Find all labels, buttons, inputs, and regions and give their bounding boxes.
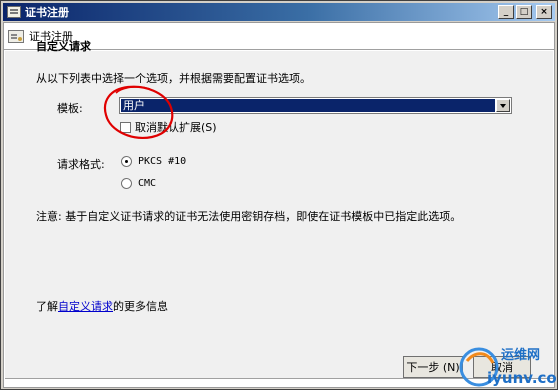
- footer-divider: [5, 378, 555, 379]
- certificate-icon: [7, 6, 21, 18]
- template-selected-value: 用户: [121, 99, 495, 112]
- caption-buttons: _ □ ×: [498, 5, 552, 19]
- title-bar[interactable]: 证书注册 _ □ ×: [3, 3, 555, 21]
- request-format-option-cmc[interactable]: CMC: [121, 178, 156, 189]
- next-button[interactable]: 下一步 (N): [403, 356, 463, 378]
- note-text: 注意: 基于自定义证书请求的证书无法使用密钥存档，即使在证书模板中已指定此选项。: [36, 210, 462, 223]
- window-title: 证书注册: [25, 6, 69, 19]
- template-label: 模板:: [57, 102, 83, 115]
- certificate-enrollment-window: 证书注册 _ □ × 证书注册 自定义请求 从以下列表中选择一个选项，并根据需要…: [0, 0, 558, 390]
- request-format-option-label: CMC: [138, 178, 157, 189]
- request-format-label: 请求格式:: [57, 158, 105, 171]
- request-format-option-pkcs10[interactable]: PKCS #10: [121, 156, 186, 167]
- request-format-option-label: PKCS #10: [138, 156, 187, 167]
- custom-request-link[interactable]: 自定义请求: [58, 300, 113, 313]
- radio-button[interactable]: [121, 156, 132, 167]
- learn-more-suffix: 的更多信息: [113, 300, 168, 313]
- maximize-button[interactable]: □: [516, 5, 532, 19]
- suppress-default-extensions-row[interactable]: 取消默认扩展(S): [120, 119, 217, 135]
- suppress-default-extensions-label: 取消默认扩展(S): [135, 121, 217, 134]
- cancel-button[interactable]: 取消: [473, 356, 531, 378]
- suppress-default-extensions-checkbox[interactable]: [120, 121, 131, 133]
- close-button[interactable]: ×: [536, 5, 552, 19]
- template-dropdown[interactable]: 用户: [119, 97, 512, 114]
- radio-button[interactable]: [121, 178, 132, 189]
- learn-more-line: 了解自定义请求的更多信息: [36, 298, 168, 314]
- minimize-button[interactable]: _: [498, 5, 514, 19]
- instruction-text: 从以下列表中选择一个选项，并根据需要配置证书选项。: [36, 72, 311, 85]
- chevron-down-icon[interactable]: [496, 99, 510, 112]
- learn-more-prefix: 了解: [36, 300, 58, 313]
- section-title: 自定义请求: [36, 40, 91, 53]
- certificate-icon: [8, 29, 24, 43]
